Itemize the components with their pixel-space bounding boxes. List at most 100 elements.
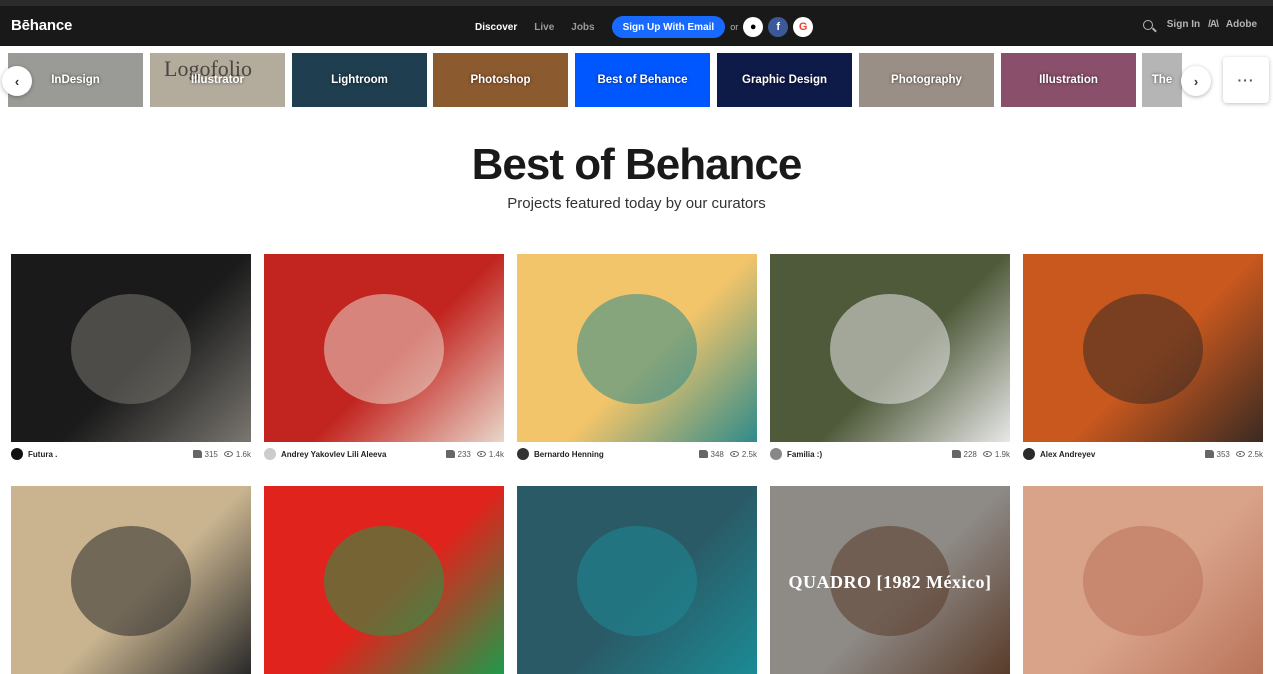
owner-name[interactable]: Futura . xyxy=(28,450,187,459)
views-count: 1.9k xyxy=(994,449,1010,459)
category-tile[interactable]: The xyxy=(1142,53,1182,107)
likes-count: 228 xyxy=(963,449,977,459)
views-stat: 1.9k xyxy=(982,449,1010,459)
thumbs-up-icon xyxy=(951,450,961,458)
project-meta: Alex Andreyev 353 2.5k xyxy=(1023,442,1263,466)
project-thumbnail[interactable] xyxy=(264,486,504,674)
likes-stat: 348 xyxy=(698,449,724,459)
likes-stat: 315 xyxy=(192,450,218,459)
chevron-left-icon[interactable]: ‹ xyxy=(2,66,32,96)
views-count: 2.5k xyxy=(1247,449,1263,459)
project-card[interactable]: Alex Andreyev 353 2.5k xyxy=(1023,254,1263,466)
apple-icon[interactable]: ● xyxy=(743,17,764,37)
project-card[interactable] xyxy=(264,486,504,674)
project-card[interactable]: Futura . 315 1.6k xyxy=(11,254,251,466)
nav-discover[interactable]: Discover xyxy=(475,22,517,33)
nav-center: Discover Live Jobs Sign Up With Email or… xyxy=(475,15,818,39)
eye-icon xyxy=(476,451,486,457)
category-tile[interactable]: Photography xyxy=(859,53,994,107)
category-label: InDesign xyxy=(51,74,100,86)
adobe-icon: /A\ xyxy=(1208,19,1219,30)
category-tile[interactable]: Lightroom xyxy=(292,53,427,107)
thumbnail-artwork xyxy=(71,294,191,404)
project-card[interactable] xyxy=(517,486,757,674)
project-thumbnail[interactable] xyxy=(517,486,757,674)
category-label: Best of Behance xyxy=(597,74,688,86)
avatar[interactable] xyxy=(517,448,529,460)
search-icon[interactable] xyxy=(1142,19,1153,30)
category-tile[interactable]: Illustration xyxy=(1001,53,1136,107)
thumbnail-artwork xyxy=(71,526,191,636)
category-tile[interactable]: Logofolio Illustrator xyxy=(150,53,285,107)
avatar[interactable] xyxy=(770,448,782,460)
project-card[interactable] xyxy=(1023,486,1263,674)
thumbnail-artwork xyxy=(324,294,444,404)
owner-name[interactable]: Familia :) xyxy=(787,450,946,459)
project-card[interactable] xyxy=(11,486,251,674)
project-card[interactable]: Andrey Yakovlev Lili Aleeva 233 1.4k xyxy=(264,254,504,466)
likes-stat: 228 xyxy=(951,449,977,459)
project-thumbnail[interactable] xyxy=(11,254,251,442)
project-meta: Familia :) 228 1.9k xyxy=(770,442,1010,466)
google-icon[interactable]: G xyxy=(793,17,814,37)
likes-count: 353 xyxy=(1216,449,1230,459)
project-thumbnail[interactable] xyxy=(264,254,504,442)
eye-icon xyxy=(729,451,739,457)
likes-count: 348 xyxy=(710,449,724,459)
category-label: Illustrator xyxy=(190,74,245,86)
eye-icon xyxy=(223,451,233,457)
category-tile[interactable]: Graphic Design xyxy=(717,53,852,107)
category-label: The xyxy=(1151,74,1173,86)
owner-name[interactable]: Bernardo Henning xyxy=(534,450,693,459)
owner-name[interactable]: Alex Andreyev xyxy=(1040,450,1199,459)
thumbnail-artwork xyxy=(577,526,697,636)
avatar[interactable] xyxy=(1023,448,1035,460)
thumbnail-artwork xyxy=(1083,526,1203,636)
views-stat: 1.4k xyxy=(476,449,504,459)
page-title: Best of Behance xyxy=(471,140,803,189)
avatar[interactable] xyxy=(11,448,23,460)
category-tile[interactable]: Best of Behance xyxy=(575,53,710,107)
or-text: or xyxy=(730,22,739,32)
project-meta: Andrey Yakovlev Lili Aleeva 233 1.4k xyxy=(264,442,504,466)
views-stat: 2.5k xyxy=(1235,449,1263,459)
owner-name[interactable]: Andrey Yakovlev Lili Aleeva xyxy=(281,450,440,459)
thumbs-up-icon xyxy=(698,450,708,458)
likes-stat: 233 xyxy=(445,449,471,459)
chevron-right-icon[interactable]: › xyxy=(1181,66,1211,96)
views-stat: 2.5k xyxy=(729,449,757,459)
project-thumbnail[interactable]: QUADRO [1982 México] xyxy=(770,486,1010,674)
views-stat: 1.6k xyxy=(223,449,251,459)
page-subtitle: Projects featured today by our curators xyxy=(507,195,766,212)
top-navbar: Bēhance Discover Live Jobs Sign Up With … xyxy=(0,6,1273,46)
views-count: 1.6k xyxy=(235,449,251,459)
project-thumbnail[interactable] xyxy=(1023,254,1263,442)
avatar[interactable] xyxy=(264,448,276,460)
project-card[interactable]: Familia :) 228 1.9k xyxy=(770,254,1010,466)
project-thumbnail[interactable] xyxy=(770,254,1010,442)
facebook-icon[interactable]: f xyxy=(768,17,789,37)
behance-logo[interactable]: Bēhance xyxy=(11,17,72,34)
project-thumbnail[interactable] xyxy=(11,486,251,674)
project-meta: Bernardo Henning 348 2.5k xyxy=(517,442,757,466)
project-thumbnail[interactable] xyxy=(517,254,757,442)
signin-link[interactable]: Sign In xyxy=(1167,19,1200,30)
category-label: Illustration xyxy=(1039,74,1098,86)
category-label: Graphic Design xyxy=(742,74,827,86)
project-thumbnail[interactable] xyxy=(1023,486,1263,674)
likes-count: 233 xyxy=(457,449,471,459)
thumbnail-artwork xyxy=(577,294,697,404)
more-categories-button[interactable]: ··· xyxy=(1223,57,1269,103)
nav-live[interactable]: Live xyxy=(534,22,554,33)
thumbs-up-icon xyxy=(192,450,202,458)
likes-stat: 353 xyxy=(1204,449,1230,459)
thumbnail-artwork xyxy=(1083,294,1203,404)
project-card[interactable]: Bernardo Henning 348 2.5k xyxy=(517,254,757,466)
nav-jobs[interactable]: Jobs xyxy=(571,22,594,33)
project-card[interactable]: QUADRO [1982 México] xyxy=(770,486,1010,674)
views-count: 2.5k xyxy=(741,449,757,459)
category-tile[interactable]: Photoshop xyxy=(433,53,568,107)
views-count: 1.4k xyxy=(488,449,504,459)
adobe-link[interactable]: Adobe xyxy=(1226,19,1257,30)
signup-email-button[interactable]: Sign Up With Email xyxy=(611,16,726,38)
